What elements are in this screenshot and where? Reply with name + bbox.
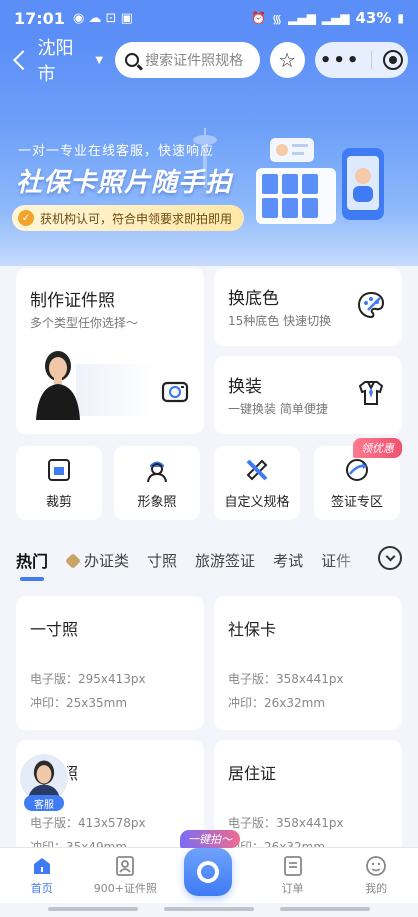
chevron-down-icon	[385, 551, 395, 562]
top-nav: 沈阳市 ▼ 搜索证件照规格 ☆ •••	[0, 38, 418, 85]
favorite-star-button[interactable]: ☆	[269, 42, 305, 78]
nav-label: 我的	[365, 882, 388, 895]
spec-name: 居住证	[228, 764, 277, 783]
spec-digital-size: 电子版：295x413px	[30, 672, 146, 686]
tool-label: 形象照	[137, 494, 177, 510]
gesture-bar	[280, 907, 370, 911]
change-background-card[interactable]: 换底色 15种底色 快速切换	[214, 268, 402, 346]
ruler-pencil-icon	[246, 459, 268, 480]
tab-certificates[interactable]: 办证类	[65, 550, 130, 571]
profile-icon	[366, 856, 387, 876]
gesture-bar	[48, 907, 138, 911]
close-target-icon[interactable]	[382, 50, 403, 70]
battery-level: 43%	[355, 9, 392, 27]
tabs-fade	[330, 540, 374, 580]
spec-digital-size: 电子版：413x578px	[30, 816, 146, 830]
spec-digital-size: 电子版：358x441px	[228, 816, 344, 830]
tab-inch-photos[interactable]: 寸照	[147, 550, 177, 571]
search-placeholder: 搜索证件照规格	[145, 53, 244, 69]
diamond-icon	[65, 552, 81, 569]
tool-crop[interactable]: 裁剪	[16, 446, 102, 520]
caret-down-icon: ▼	[95, 54, 104, 66]
nav-label: 订单	[281, 882, 304, 895]
notification-icons: ◉ ☁ ⊡ ▣	[72, 10, 133, 26]
tool-label: 裁剪	[45, 494, 72, 510]
spec-card[interactable]: 社保卡 电子版：358x441px 冲印：26x32mm	[214, 596, 402, 730]
make-card-title: 制作证件照	[30, 291, 115, 311]
id-photo-icon	[116, 856, 135, 876]
back-arrow-icon[interactable]	[13, 50, 33, 70]
search-icon	[125, 53, 140, 67]
expand-tabs-button[interactable]	[378, 546, 402, 570]
nav-id-photos[interactable]: 900+证件照	[84, 848, 168, 903]
tab-hot[interactable]: 热门	[16, 548, 48, 572]
camera-icon[interactable]	[160, 376, 190, 406]
city-selector[interactable]: 沈阳市 ▼	[10, 34, 103, 86]
tool-label: 签证专区	[330, 494, 383, 510]
background-card-title: 换底色	[228, 289, 279, 309]
camera-shutter-icon	[197, 861, 219, 883]
change-outfit-card[interactable]: 换装 一键换装 简单便捷	[214, 356, 402, 434]
nav-label: 900+证件照	[93, 882, 157, 895]
fab-tag: 一键拍～	[180, 830, 240, 848]
globe-plane-icon	[346, 458, 368, 481]
spec-card[interactable]: 一寸照 电子版：295x413px 冲印：25x35mm	[16, 596, 204, 730]
make-card-subtitle: 多个类型任你选择～	[30, 316, 139, 330]
photo-backdrop	[76, 364, 156, 416]
customer-service-label[interactable]: 客服	[24, 795, 64, 811]
promo-tag: 领优惠	[353, 438, 402, 458]
tool-visa-zone[interactable]: 领优惠 签证专区	[314, 438, 402, 520]
battery-icon: ▮	[397, 11, 404, 25]
portrait-icon	[147, 461, 167, 482]
palette-icon	[357, 291, 385, 319]
outfit-card-subtitle: 一键换装 简单便捷	[228, 402, 328, 416]
city-label: 沈阳市	[37, 38, 74, 85]
shirt-icon	[358, 381, 384, 405]
spec-print-size: 冲印：25x35mm	[30, 696, 128, 710]
status-time: 17:01	[14, 8, 65, 28]
status-bar: 17:01 ◉ ☁ ⊡ ▣ ⏰ ᯾ ▂▄▆ ▂▄▆ 43% ▮	[0, 0, 418, 36]
spec-name: 社保卡	[228, 620, 277, 639]
search-input[interactable]: 搜索证件照规格	[115, 42, 260, 78]
tab-exam[interactable]: 考试	[273, 550, 303, 571]
home-icon	[33, 858, 50, 874]
gesture-bar	[164, 907, 254, 911]
nav-orders[interactable]: 订单	[251, 848, 335, 903]
tool-portrait[interactable]: 形象照	[114, 446, 200, 520]
spec-digital-size: 电子版：358x441px	[228, 672, 344, 686]
wifi-icon: ᯾	[271, 11, 283, 26]
signal-icon: ▂▄▆	[288, 11, 316, 25]
tool-label: 自定义规格	[224, 494, 290, 510]
banner-title[interactable]: 社保卡照片随手拍	[16, 162, 232, 199]
crop-icon	[48, 458, 70, 481]
nav-label: 首页	[30, 882, 53, 895]
banner-subtitle: 一对一专业在线客服，快速响应	[18, 144, 215, 159]
alarm-icon: ⏰	[250, 11, 266, 25]
banner-badge: ✓ 获机构认可，符合申领要求即拍即用	[12, 205, 245, 231]
nav-home[interactable]: 首页	[0, 848, 84, 903]
check-icon: ✓	[18, 210, 34, 226]
tool-custom-spec[interactable]: 自定义规格	[214, 446, 300, 520]
banner-badge-text: 获机构认可，符合申领要求即拍即用	[40, 211, 233, 226]
signal-icon-2: ▂▄▆	[321, 11, 350, 25]
active-tab-indicator	[20, 577, 44, 581]
make-id-photo-card[interactable]: 制作证件照 多个类型任你选择～	[16, 268, 204, 434]
tab-label: 办证类	[84, 551, 130, 570]
nav-profile[interactable]: 我的	[334, 848, 418, 903]
outfit-card-title: 换装	[228, 377, 262, 397]
order-icon	[283, 856, 302, 876]
capsule-divider	[371, 51, 373, 69]
background-card-subtitle: 15种底色 快速切换	[228, 314, 332, 328]
banner-illustration	[256, 138, 384, 224]
one-tap-camera-button[interactable]	[184, 848, 232, 896]
spec-name: 一寸照	[30, 620, 79, 639]
tab-travel-visa[interactable]: 旅游签证	[195, 550, 255, 571]
sample-portrait	[36, 351, 80, 420]
more-icon[interactable]: •••	[320, 50, 361, 71]
mini-program-capsule: •••	[314, 42, 408, 78]
spec-print-size: 冲印：26x32mm	[228, 696, 326, 710]
